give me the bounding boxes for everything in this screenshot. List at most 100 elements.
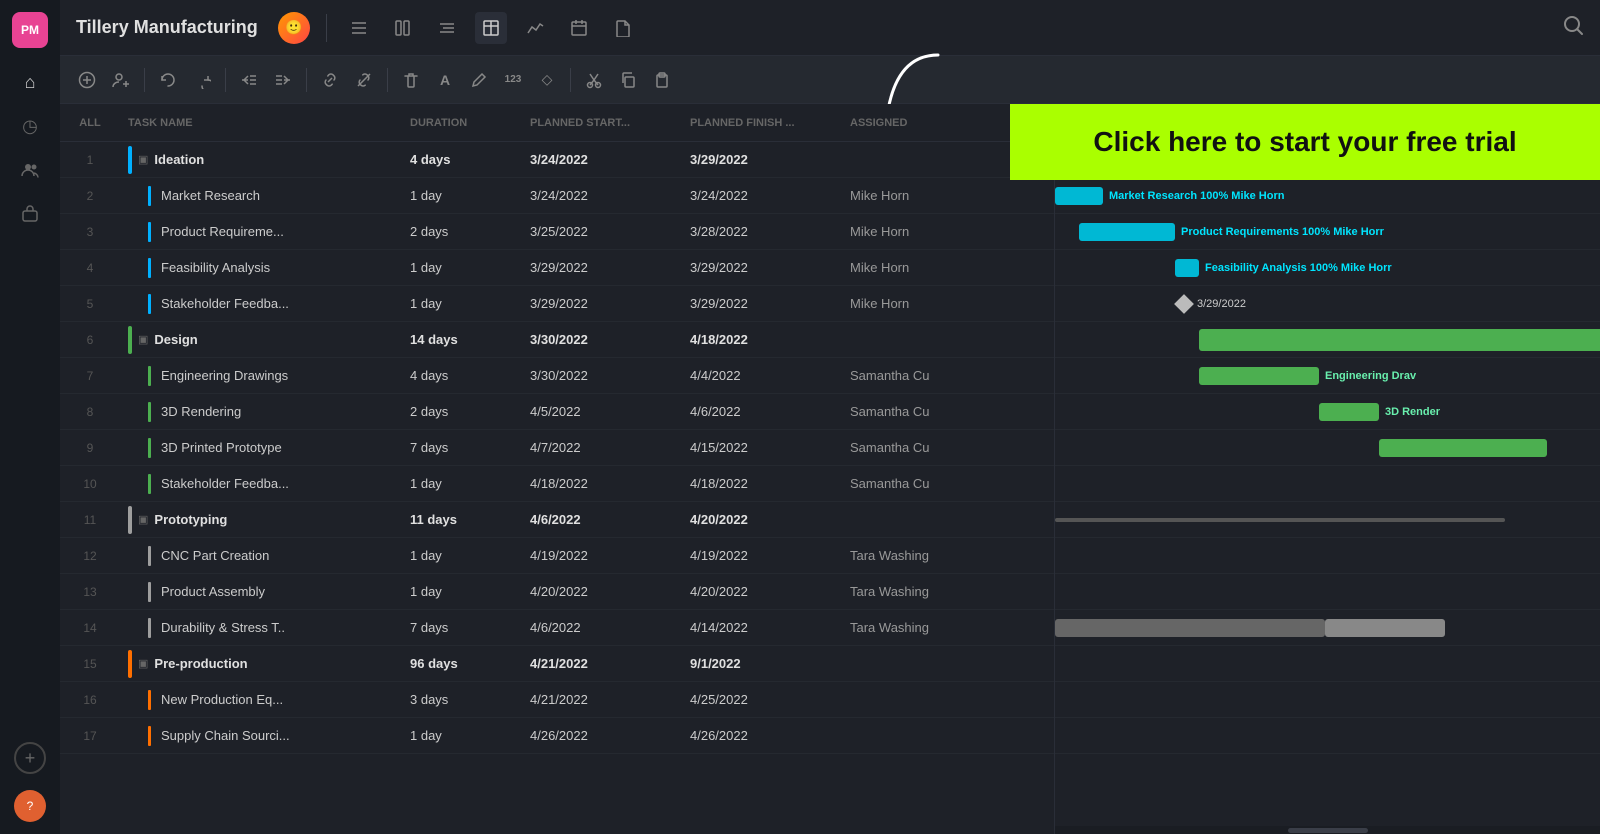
task-color-bar — [148, 294, 151, 314]
task-color-bar — [148, 438, 151, 458]
row-task-name: ▣Prototyping — [120, 506, 410, 534]
brush-button[interactable] — [464, 65, 494, 95]
cut-button[interactable] — [579, 65, 609, 95]
expand-icon[interactable]: ▣ — [138, 333, 148, 346]
number-button[interactable]: 123 — [498, 65, 528, 95]
row-task-name: Market Research — [120, 186, 410, 206]
table-row[interactable]: 12CNC Part Creation1 day4/19/20224/19/20… — [60, 538, 1054, 574]
row-number: 12 — [60, 549, 120, 563]
content-area: ALL TASK NAME DURATION PLANNED START... … — [60, 104, 1600, 834]
row-number: 5 — [60, 297, 120, 311]
table-row[interactable]: 93D Printed Prototype7 days4/7/20224/15/… — [60, 430, 1054, 466]
sidebar-item-briefcase[interactable] — [12, 196, 48, 232]
add-user-button[interactable] — [106, 65, 136, 95]
view-file-icon[interactable] — [607, 12, 639, 44]
gantt-row — [1055, 502, 1600, 538]
row-finish: 4/6/2022 — [690, 404, 850, 419]
paste-button[interactable] — [647, 65, 677, 95]
row-number: 15 — [60, 657, 120, 671]
search-icon[interactable] — [1562, 14, 1584, 42]
row-assigned: Samantha Cu — [850, 440, 1054, 455]
task-color-bar — [148, 222, 151, 242]
row-assigned: Mike Horn — [850, 296, 1054, 311]
gantt-bar — [1319, 403, 1379, 421]
row-task-name: CNC Part Creation — [120, 546, 410, 566]
gantt-bar — [1055, 619, 1325, 637]
view-calendar-icon[interactable] — [563, 12, 595, 44]
row-task-name: Product Assembly — [120, 582, 410, 602]
table-row[interactable]: 11▣Prototyping11 days4/6/20224/20/2022 — [60, 502, 1054, 538]
view-columns-icon[interactable] — [387, 12, 419, 44]
row-duration: 7 days — [410, 620, 530, 635]
gantt-scrollbar-thumb[interactable] — [1288, 828, 1368, 833]
table-row[interactable]: 14Durability & Stress T..7 days4/6/20224… — [60, 610, 1054, 646]
expand-icon[interactable]: ▣ — [138, 513, 148, 526]
gantt-row — [1055, 322, 1600, 358]
table-row[interactable]: 1▣Ideation4 days3/24/20223/29/2022 — [60, 142, 1054, 178]
row-number: 8 — [60, 405, 120, 419]
table-row[interactable]: 2Market Research1 day3/24/20223/24/2022M… — [60, 178, 1054, 214]
gantt-bar — [1379, 439, 1547, 457]
gantt-body: Ideation 100%Market Research 100% Mike H… — [1055, 142, 1600, 826]
redo-button[interactable] — [187, 65, 217, 95]
row-duration: 1 day — [410, 260, 530, 275]
sidebar-item-people[interactable] — [12, 152, 48, 188]
table-row[interactable]: 16New Production Eq...3 days4/21/20224/2… — [60, 682, 1054, 718]
group-color-bar — [128, 326, 132, 354]
diamond-button[interactable]: ◇ — [532, 65, 562, 95]
undo-button[interactable] — [153, 65, 183, 95]
delete-button[interactable] — [396, 65, 426, 95]
expand-icon[interactable]: ▣ — [138, 153, 148, 166]
link-button[interactable] — [315, 65, 345, 95]
row-task-name: ▣Design — [120, 326, 410, 354]
table-row[interactable]: 83D Rendering2 days4/5/20224/6/2022Saman… — [60, 394, 1054, 430]
view-table-icon[interactable] — [475, 12, 507, 44]
table-row[interactable]: 15▣Pre-production96 days4/21/20229/1/202… — [60, 646, 1054, 682]
gantt-scrollbar[interactable] — [1055, 826, 1600, 834]
table-row[interactable]: 13Product Assembly1 day4/20/20224/20/202… — [60, 574, 1054, 610]
row-number: 11 — [60, 513, 120, 527]
row-duration: 3 days — [410, 692, 530, 707]
cta-banner[interactable]: Click here to start your free trial — [1010, 104, 1600, 180]
row-task-name: Stakeholder Feedba... — [120, 294, 410, 314]
copy-button[interactable] — [613, 65, 643, 95]
indent-button[interactable] — [268, 65, 298, 95]
font-button[interactable]: A — [430, 65, 460, 95]
sidebar-item-home[interactable]: ⌂ — [12, 64, 48, 100]
gantt-bar-label: Product Requirements 100% Mike Horr — [1181, 226, 1384, 238]
row-start: 3/29/2022 — [530, 296, 690, 311]
row-number: 1 — [60, 153, 120, 167]
table-header: ALL TASK NAME DURATION PLANNED START... … — [60, 104, 1054, 142]
row-number: 14 — [60, 621, 120, 635]
table-row[interactable]: 10Stakeholder Feedba...1 day4/18/20224/1… — [60, 466, 1054, 502]
table-row[interactable]: 5Stakeholder Feedba...1 day3/29/20223/29… — [60, 286, 1054, 322]
table-row[interactable]: 6▣Design14 days3/30/20224/18/2022 — [60, 322, 1054, 358]
row-finish: 4/26/2022 — [690, 728, 850, 743]
expand-icon[interactable]: ▣ — [138, 657, 148, 670]
gantt-bar-label: Feasibility Analysis 100% Mike Horr — [1205, 262, 1392, 274]
row-duration: 1 day — [410, 584, 530, 599]
view-chart-icon[interactable] — [519, 12, 551, 44]
app-logo[interactable]: PM — [12, 12, 48, 48]
sidebar-item-clock[interactable]: ◷ — [12, 108, 48, 144]
unlink-button[interactable] — [349, 65, 379, 95]
project-avatar[interactable]: 🙂 — [278, 12, 310, 44]
row-start: 4/26/2022 — [530, 728, 690, 743]
gantt-row: 3D Render — [1055, 394, 1600, 430]
table-row[interactable]: 3Product Requireme...2 days3/25/20223/28… — [60, 214, 1054, 250]
view-align-icon[interactable] — [431, 12, 463, 44]
gantt-bar — [1325, 619, 1445, 637]
row-number: 7 — [60, 369, 120, 383]
table-row[interactable]: 4Feasibility Analysis1 day3/29/20223/29/… — [60, 250, 1054, 286]
user-avatar-sidebar[interactable]: ? — [14, 790, 46, 822]
row-finish: 4/14/2022 — [690, 620, 850, 635]
view-list-icon[interactable] — [343, 12, 375, 44]
table-row[interactable]: 7Engineering Drawings4 days3/30/20224/4/… — [60, 358, 1054, 394]
outdent-button[interactable] — [234, 65, 264, 95]
add-task-button[interactable] — [72, 65, 102, 95]
row-number: 17 — [60, 729, 120, 743]
row-duration: 1 day — [410, 188, 530, 203]
table-row[interactable]: 17Supply Chain Sourci...1 day4/26/20224/… — [60, 718, 1054, 754]
row-assigned: Mike Horn — [850, 224, 1054, 239]
sidebar-add-button[interactable]: + — [14, 742, 46, 774]
